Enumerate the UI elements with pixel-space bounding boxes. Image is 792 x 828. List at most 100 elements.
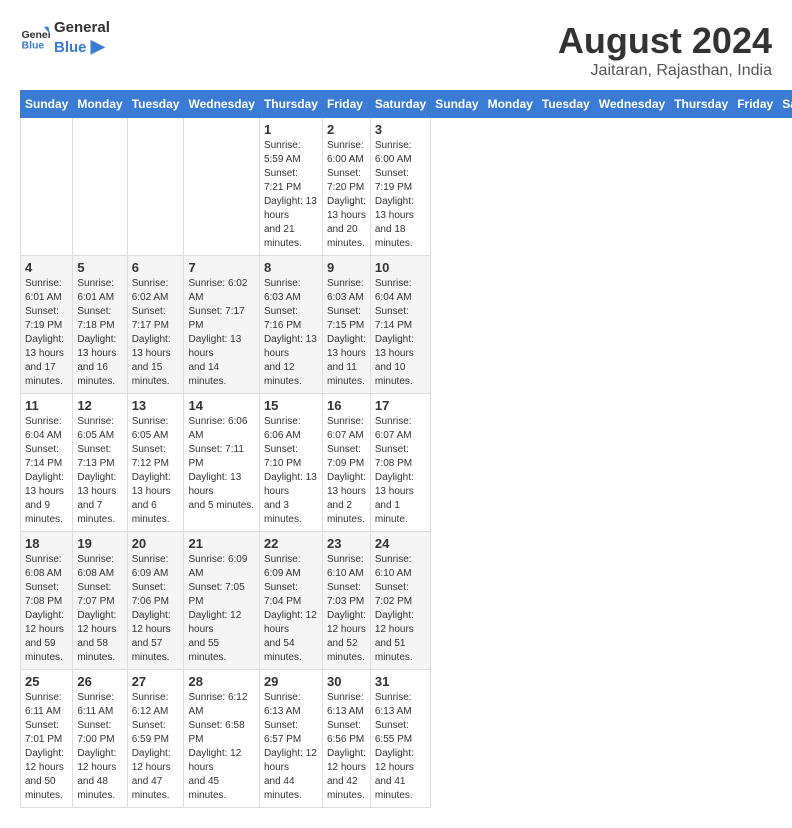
- day-info: Sunrise: 6:00 AM Sunset: 7:20 PM Dayligh…: [327, 139, 366, 251]
- col-header-monday: Monday: [483, 91, 537, 118]
- day-info: Sunrise: 6:11 AM Sunset: 7:00 PM Dayligh…: [77, 691, 122, 803]
- day-info: Sunrise: 6:08 AM Sunset: 7:08 PM Dayligh…: [25, 553, 68, 665]
- day-number: 23: [327, 536, 366, 551]
- col-header-tuesday: Tuesday: [537, 91, 594, 118]
- header-thursday: Thursday: [259, 91, 322, 118]
- day-cell: [73, 118, 127, 256]
- day-cell: 1Sunrise: 5:59 AM Sunset: 7:21 PM Daylig…: [259, 118, 322, 256]
- logo: General Blue General Blue ▶: [20, 20, 110, 56]
- calendar-table: SundayMondayTuesdayWednesdayThursdayFrid…: [20, 90, 792, 808]
- day-info: Sunrise: 6:09 AM Sunset: 7:04 PM Dayligh…: [264, 553, 318, 665]
- day-number: 5: [77, 260, 122, 275]
- day-info: Sunrise: 6:07 AM Sunset: 7:09 PM Dayligh…: [327, 415, 366, 527]
- day-info: Sunrise: 5:59 AM Sunset: 7:21 PM Dayligh…: [264, 139, 318, 251]
- day-info: Sunrise: 6:06 AM Sunset: 7:10 PM Dayligh…: [264, 415, 318, 527]
- day-cell: 28 Sunrise: 6:12 AM Sunset: 6:58 PM Dayli…: [184, 670, 259, 808]
- day-number: 2: [327, 122, 366, 137]
- day-cell: 4 Sunrise: 6:01 AM Sunset: 7:19 PM Daylig…: [21, 256, 73, 394]
- day-info: Sunrise: 6:01 AM Sunset: 7:18 PM Dayligh…: [77, 277, 122, 389]
- logo-arrow: ▶: [91, 36, 105, 56]
- day-cell: 25Sunrise: 6:11 AM Sunset: 7:01 PM Dayli…: [21, 670, 73, 808]
- day-number: 31: [375, 674, 426, 689]
- day-number: 24: [375, 536, 426, 551]
- day-info: Sunrise: 6:09 AM Sunset: 7:06 PM Dayligh…: [132, 553, 180, 665]
- day-cell: 7 Sunrise: 6:02 AM Sunset: 7:17 PM Daylig…: [184, 256, 259, 394]
- day-info: Sunrise: 6:13 AM Sunset: 6:55 PM Dayligh…: [375, 691, 426, 803]
- day-cell: 29Sunrise: 6:13 AM Sunset: 6:57 PM Dayli…: [259, 670, 322, 808]
- day-cell: 26 Sunrise: 6:11 AM Sunset: 7:00 PM Dayli…: [73, 670, 127, 808]
- day-info: Sunrise: 6:09 AM Sunset: 7:05 PM Dayligh…: [188, 553, 254, 665]
- day-cell: 24 Sunrise: 6:10 AM Sunset: 7:02 PM Dayli…: [370, 532, 430, 670]
- calendar-header-row: SundayMondayTuesdayWednesdayThursdayFrid…: [21, 91, 792, 118]
- day-info: Sunrise: 6:05 AM Sunset: 7:13 PM Dayligh…: [77, 415, 122, 527]
- location-subtitle: Jaitaran, Rajasthan, India: [558, 62, 772, 80]
- day-info: Sunrise: 6:01 AM Sunset: 7:19 PM Dayligh…: [25, 277, 68, 389]
- header-sunday: Sunday: [21, 91, 73, 118]
- month-year-title: August 2024: [558, 20, 772, 62]
- day-number: 4: [25, 260, 68, 275]
- day-info: Sunrise: 6:02 AM Sunset: 7:17 PM Dayligh…: [132, 277, 180, 389]
- day-cell: 12 Sunrise: 6:05 AM Sunset: 7:13 PM Dayli…: [73, 394, 127, 532]
- day-number: 8: [264, 260, 318, 275]
- col-header-wednesday: Wednesday: [594, 91, 669, 118]
- day-number: 13: [132, 398, 180, 413]
- day-number: 27: [132, 674, 180, 689]
- day-cell: 20 Sunrise: 6:09 AM Sunset: 7:06 PM Dayli…: [127, 532, 184, 670]
- day-info: Sunrise: 6:06 AM Sunset: 7:11 PM Dayligh…: [188, 415, 254, 513]
- day-info: Sunrise: 6:10 AM Sunset: 7:02 PM Dayligh…: [375, 553, 426, 665]
- header-saturday: Saturday: [370, 91, 430, 118]
- day-number: 3: [375, 122, 426, 137]
- day-cell: 8 Sunrise: 6:03 AM Sunset: 7:16 PM Daylig…: [259, 256, 322, 394]
- day-number: 17: [375, 398, 426, 413]
- day-cell: 17Sunrise: 6:07 AM Sunset: 7:08 PM Dayli…: [370, 394, 430, 532]
- day-number: 20: [132, 536, 180, 551]
- day-number: 30: [327, 674, 366, 689]
- day-info: Sunrise: 6:03 AM Sunset: 7:15 PM Dayligh…: [327, 277, 366, 389]
- day-info: Sunrise: 6:03 AM Sunset: 7:16 PM Dayligh…: [264, 277, 318, 389]
- day-info: Sunrise: 6:04 AM Sunset: 7:14 PM Dayligh…: [375, 277, 426, 389]
- day-info: Sunrise: 6:10 AM Sunset: 7:03 PM Dayligh…: [327, 553, 366, 665]
- day-info: Sunrise: 6:12 AM Sunset: 6:58 PM Dayligh…: [188, 691, 254, 803]
- week-row-2: 4 Sunrise: 6:01 AM Sunset: 7:19 PM Daylig…: [21, 256, 792, 394]
- day-number: 21: [188, 536, 254, 551]
- day-number: 7: [188, 260, 254, 275]
- day-number: 15: [264, 398, 318, 413]
- day-cell: 2 Sunrise: 6:00 AM Sunset: 7:20 PM Daylig…: [322, 118, 370, 256]
- svg-text:Blue: Blue: [22, 40, 45, 52]
- day-cell: 14 Sunrise: 6:06 AM Sunset: 7:11 PM Dayli…: [184, 394, 259, 532]
- day-info: Sunrise: 6:02 AM Sunset: 7:17 PM Dayligh…: [188, 277, 254, 389]
- day-info: Sunrise: 6:00 AM Sunset: 7:19 PM Dayligh…: [375, 139, 426, 251]
- logo-text-blue: Blue: [54, 39, 87, 56]
- col-header-saturday: Saturday: [778, 91, 792, 118]
- day-cell: [184, 118, 259, 256]
- day-cell: 15 Sunrise: 6:06 AM Sunset: 7:10 PM Dayli…: [259, 394, 322, 532]
- day-number: 22: [264, 536, 318, 551]
- day-number: 14: [188, 398, 254, 413]
- day-cell: 6Sunrise: 6:02 AM Sunset: 7:17 PM Daylig…: [127, 256, 184, 394]
- day-cell: 16 Sunrise: 6:07 AM Sunset: 7:09 PM Dayli…: [322, 394, 370, 532]
- day-cell: 5 Sunrise: 6:01 AM Sunset: 7:18 PM Daylig…: [73, 256, 127, 394]
- day-cell: 9 Sunrise: 6:03 AM Sunset: 7:15 PM Daylig…: [322, 256, 370, 394]
- logo-icon: General Blue: [20, 23, 50, 53]
- day-cell: 27Sunrise: 6:12 AM Sunset: 6:59 PM Dayli…: [127, 670, 184, 808]
- day-number: 26: [77, 674, 122, 689]
- header-monday: Monday: [73, 91, 127, 118]
- day-number: 16: [327, 398, 366, 413]
- week-row-1: 1Sunrise: 5:59 AM Sunset: 7:21 PM Daylig…: [21, 118, 792, 256]
- day-number: 25: [25, 674, 68, 689]
- day-number: 12: [77, 398, 122, 413]
- day-number: 11: [25, 398, 68, 413]
- day-cell: 22 Sunrise: 6:09 AM Sunset: 7:04 PM Dayli…: [259, 532, 322, 670]
- col-header-friday: Friday: [733, 91, 778, 118]
- week-row-3: 11Sunrise: 6:04 AM Sunset: 7:14 PM Dayli…: [21, 394, 792, 532]
- day-number: 9: [327, 260, 366, 275]
- header-wednesday: Wednesday: [184, 91, 259, 118]
- day-number: 19: [77, 536, 122, 551]
- day-number: 28: [188, 674, 254, 689]
- logo-text-general: General: [54, 19, 110, 36]
- day-number: 29: [264, 674, 318, 689]
- title-area: August 2024 Jaitaran, Rajasthan, India: [558, 20, 772, 80]
- day-info: Sunrise: 6:13 AM Sunset: 6:56 PM Dayligh…: [327, 691, 366, 803]
- col-header-sunday: Sunday: [431, 91, 483, 118]
- day-number: 10: [375, 260, 426, 275]
